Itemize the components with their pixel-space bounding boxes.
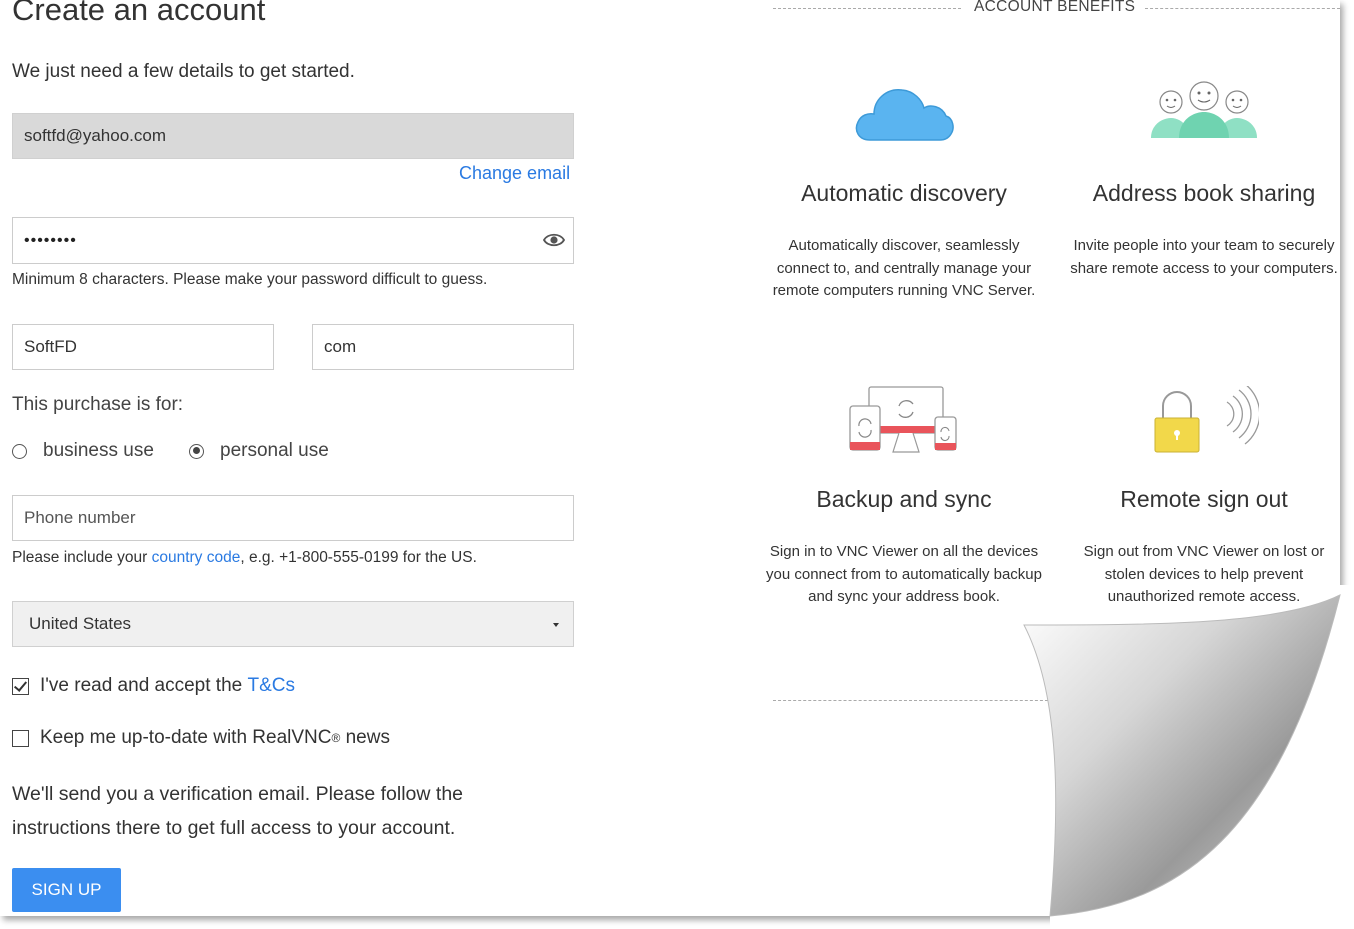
change-email-link[interactable]: Change email [459,163,570,184]
header-divider-right [1145,8,1340,9]
sign-up-button[interactable]: SIGN UP [12,868,121,912]
benefit-address-book-sharing: Address book sharing Invite people into … [1064,80,1344,330]
benefits-bottom-divider [773,700,1053,701]
terms-link[interactable]: T&Cs [248,675,296,697]
cloud-icon [855,89,954,141]
phone-help-prefix: Please include your [12,549,152,566]
padlock-signal-icon [1154,386,1259,453]
benefit-description: Invite people into your team to securely… [1070,237,1338,277]
password-value: •••••••• [24,231,77,249]
benefit-automatic-discovery: Automatic discovery Automatically discov… [764,80,1044,330]
phone-help-text: Please include your country code, e.g. +… [12,549,477,567]
people-icon [1151,81,1257,138]
header-divider-left [773,8,961,9]
benefit-description: Automatically discover, seamlessly conne… [772,237,1036,299]
benefit-backup-and-sync: Backup and sync Sign in to VNC Viewer on… [764,386,1044,636]
email-field[interactable]: softfd@yahoo.com [12,113,574,159]
benefit-title: Automatic discovery [801,180,1007,206]
first-name-field[interactable]: SoftFD [12,324,274,370]
country-code-link[interactable]: country code [152,549,241,566]
last-name-field[interactable]: com [312,324,574,370]
business-use-radio-option[interactable]: business use [12,440,154,462]
phone-number-placeholder: Phone number [24,508,136,527]
news-checkbox[interactable] [12,729,29,747]
last-name-value: com [324,337,357,356]
benefit-description: Sign out from VNC Viewer on lost or stol… [1083,543,1325,605]
purchase-for-label: This purchase is for: [12,394,184,415]
business-use-label: business use [43,440,154,461]
terms-checkbox[interactable] [12,677,29,695]
email-value: softfd@yahoo.com [24,126,166,145]
business-use-radio[interactable] [12,443,27,459]
phone-number-field[interactable]: Phone number [12,495,574,541]
chevron-down-icon [553,623,559,627]
benefit-title: Address book sharing [1092,180,1316,206]
country-select-value: United States [29,614,132,633]
verification-notice: We'll send you a verification email. Ple… [12,783,464,839]
news-checkbox-row[interactable]: Keep me up-to-date with RealVNC ® news [12,727,390,749]
benefit-title: Remote sign out [1120,486,1288,512]
first-name-value: SoftFD [24,337,77,356]
page-subtitle: We just need a few details to get starte… [12,61,355,82]
page-title: Create an account [12,0,266,27]
personal-use-radio-option[interactable]: personal use [189,440,329,462]
password-help-text: Minimum 8 characters. Please make your p… [12,271,488,288]
account-benefits-header: ACCOUNT BENEFITS [773,0,1340,20]
news-label-suffix: news [340,727,390,748]
terms-label: I've read and accept the [40,675,248,696]
benefit-remote-sign-out: Remote sign out Sign out from VNC Viewer… [1064,386,1344,636]
password-field[interactable]: •••••••• [12,217,574,264]
account-benefits-title: ACCOUNT BENEFITS [974,0,1136,15]
signup-page: Create an account We just need a few det… [0,0,1340,916]
phone-help-suffix: , e.g. +1-800-555-0199 for the US. [240,549,477,566]
terms-checkbox-row[interactable]: I've read and accept the T&Cs [12,675,295,697]
benefit-description: Sign in to VNC Viewer on all the devices… [766,543,1042,605]
benefit-title: Backup and sync [816,486,992,512]
devices-sync-icon [849,386,957,453]
news-label: Keep me up-to-date with RealVNC [40,727,332,748]
country-select[interactable]: United States [12,601,574,647]
personal-use-radio[interactable] [189,443,204,459]
personal-use-label: personal use [220,440,329,461]
show-password-eye-icon[interactable] [543,230,565,250]
